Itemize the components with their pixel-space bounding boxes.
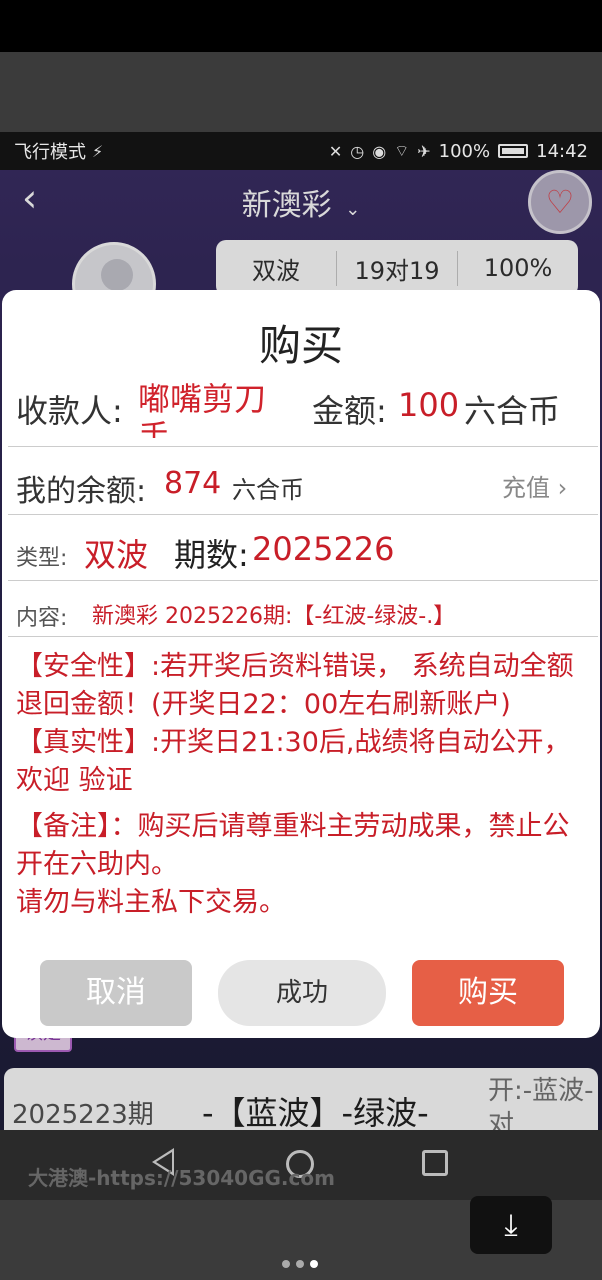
payee-label: 收款人: <box>16 392 123 430</box>
battery-percent: 100% <box>438 140 491 162</box>
purchase-dialog: 购买 收款人: 嘟嘴剪刀手 金额: 100 六合币 我的余额: 874 六合币 … <box>2 290 600 1038</box>
record-period: 2025223期 <box>12 1100 154 1130</box>
amount-unit: 六合币 <box>464 392 561 430</box>
period-label: 期数: <box>174 536 249 574</box>
page-dot <box>282 1260 290 1268</box>
notice-remark: 【备注】：购买后请尊重料主劳动成果，禁止公开在六助内。 <box>16 811 570 880</box>
status-bar: 飞行模式 ⚡ ✕ ◷ ◉ ⌔ ✈ 100% 14:42 <box>0 132 602 170</box>
top-black-bar <box>0 0 602 52</box>
divider <box>8 446 598 447</box>
mute-icon: ✕ <box>328 141 343 161</box>
notice-private-trade: 请勿与料主私下交易。 <box>16 887 286 918</box>
type-value: 双波 <box>84 536 149 574</box>
nav-bar: ‹ 新澳彩 ⌄ ♡ <box>0 170 602 234</box>
dialog-title: 购买 <box>258 321 343 370</box>
stat-type: 双波 <box>216 250 337 286</box>
cancel-button[interactable]: 取消 <box>40 960 192 1026</box>
success-button[interactable]: 成功 <box>218 960 386 1026</box>
nav-title-text: 新澳彩 <box>241 188 332 223</box>
bottom-watermark: 大港澳-https://53040GG.com <box>28 1166 335 1190</box>
stat-rate: 100% <box>483 254 553 282</box>
airplane-mode-label: 飞行模式 <box>14 142 86 163</box>
amount-label: 金额: <box>312 392 387 430</box>
top-grey-band <box>0 52 602 132</box>
notice-authenticity: 【真实性】:开奖日21:30后,战绩将自动公开，欢迎 验证 <box>16 727 571 796</box>
stats-bar: 双波 19对19 100% <box>216 240 578 296</box>
amount-value: 100 <box>398 386 460 424</box>
buy-button[interactable]: 购买 <box>412 960 564 1026</box>
recent-apps-icon[interactable] <box>422 1150 448 1176</box>
chevron-down-icon: ⌄ <box>345 199 361 220</box>
clock: 14:42 <box>536 140 588 162</box>
record-content: -【蓝波】-绿波- <box>202 1094 429 1132</box>
page-dot-active <box>310 1260 318 1268</box>
balance-label: 我的余额: <box>16 474 147 509</box>
type-label: 类型: <box>16 546 68 571</box>
chevron-right-icon: › <box>557 474 568 502</box>
payee-name: 嘟嘴剪刀手 <box>138 380 267 438</box>
eye-icon: ◉ <box>372 141 387 161</box>
recharge-label: 充值 <box>502 474 550 502</box>
stat-record: 19对19 <box>337 250 458 286</box>
notice-safety: 【安全性】:若开奖后资料错误， 系统自动全额退回金额！(开奖日22：00左右刷新… <box>16 651 574 720</box>
download-icon[interactable]: ⤓ <box>470 1196 552 1254</box>
page-dot <box>296 1260 304 1268</box>
divider <box>8 636 598 637</box>
signal-icon: ⚡ <box>92 141 104 161</box>
airplane-icon: ✈ <box>417 141 431 161</box>
wifi-icon: ⌔ <box>394 141 410 160</box>
content-label: 内容: <box>16 606 68 631</box>
period-value: 2025226 <box>252 530 395 568</box>
alarm-icon: ◷ <box>350 141 365 161</box>
divider <box>8 514 598 515</box>
notice-text: 【安全性】:若开奖后资料错误， 系统自动全额退回金额！(开奖日22：00左右刷新… <box>16 648 592 922</box>
balance-unit: 六合币 <box>232 476 304 504</box>
battery-icon <box>498 144 529 158</box>
content-value: 新澳彩 2025226期:【-红波-绿波-.】 <box>92 604 456 629</box>
divider <box>8 580 598 581</box>
nav-title[interactable]: 新澳彩 ⌄ <box>0 180 602 224</box>
balance-value: 874 <box>164 466 222 501</box>
page-indicator <box>282 1260 318 1268</box>
recharge-link[interactable]: 充值 › <box>502 468 567 503</box>
heart-icon[interactable]: ♡ <box>528 170 592 234</box>
